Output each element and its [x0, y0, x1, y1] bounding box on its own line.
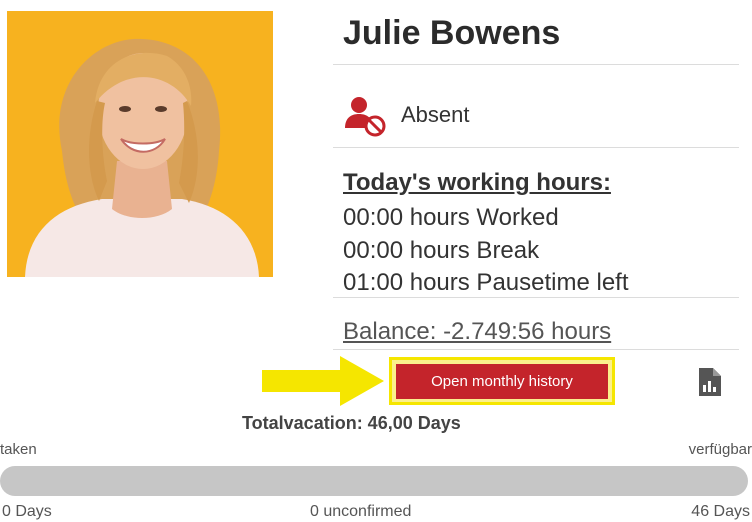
- available-days: 46 Days: [691, 503, 750, 520]
- employee-name: Julie Bowens: [343, 14, 561, 52]
- user-absent-icon: [343, 96, 387, 140]
- divider: [333, 349, 739, 350]
- pausetime-left: 01:00 hours Pausetime left: [343, 269, 629, 296]
- divider: [333, 297, 739, 298]
- unconfirmed-days: 0 unconfirmed: [310, 503, 412, 520]
- status-label: Absent: [401, 102, 470, 127]
- break-hours: 00:00 hours Break: [343, 237, 540, 264]
- total-vacation: Totalvacation: 46,00 Days: [242, 413, 461, 433]
- annotation-arrow-icon: [262, 356, 384, 406]
- taken-days: 0 Days: [2, 503, 52, 520]
- profile-photo: [7, 11, 273, 277]
- vacation-progress-bar: [0, 466, 748, 496]
- available-label: verfügbar: [688, 441, 752, 458]
- divider: [333, 64, 739, 65]
- status-row: Absent: [343, 96, 470, 140]
- worked-hours: 00:00 hours Worked: [343, 204, 559, 231]
- working-hours-title: Today's working hours:: [343, 169, 611, 196]
- report-chart-icon[interactable]: [697, 368, 721, 396]
- taken-label: taken: [0, 441, 37, 458]
- balance-link[interactable]: Balance: -2.749:56 hours: [343, 318, 611, 346]
- divider: [333, 147, 739, 148]
- open-monthly-history-button[interactable]: Open monthly history: [396, 364, 608, 399]
